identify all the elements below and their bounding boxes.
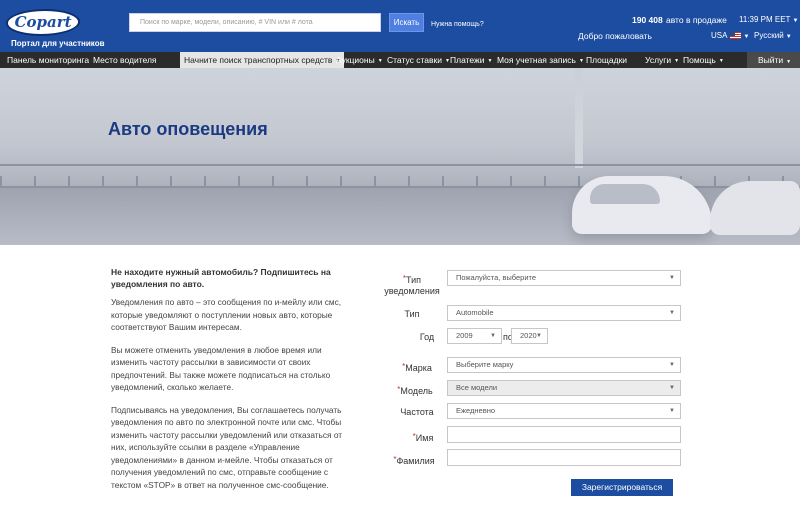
year-to-select[interactable]: 2020 ▼ <box>511 328 548 344</box>
page-title: Авто оповещения <box>108 119 268 139</box>
chevron-down-icon: ▼ <box>718 58 724 64</box>
first-name-label: *Имя <box>408 431 438 444</box>
nav-label: Помощь <box>683 55 716 65</box>
register-button[interactable]: Зарегистрироваться <box>571 479 673 496</box>
last-name-input[interactable] <box>447 449 681 466</box>
year-label: Год <box>419 332 435 342</box>
nav-label: Статус ставки <box>387 55 442 65</box>
chevron-down-icon: ▼ <box>578 58 584 64</box>
chevron-down-icon: ▼ <box>669 362 675 368</box>
nav-label: Платежи <box>450 55 485 65</box>
type-select[interactable]: Automobile ▼ <box>447 305 681 321</box>
chevron-down-icon: ▼ <box>669 310 675 316</box>
hero-banner: Авто оповещения <box>0 68 800 245</box>
chevron-down-icon: ▼ <box>669 275 675 281</box>
year-to-label: по <box>503 332 513 342</box>
label-text: Марка <box>405 363 432 373</box>
nav-driver-seat[interactable]: Место водителя <box>93 52 157 68</box>
last-name-label: *Фамилия <box>390 454 438 467</box>
chevron-down-icon: ▼ <box>743 34 750 40</box>
chevron-down-icon: ▼ <box>792 18 799 24</box>
type-label: Тип <box>404 309 420 319</box>
label-text: Фамилия <box>396 456 435 466</box>
select-value: Пожалуйста, выберите <box>456 273 537 282</box>
notification-type-label: *Тип уведомления <box>377 273 447 297</box>
label-text: Имя <box>415 433 434 443</box>
chevron-down-icon: ▼ <box>669 408 675 414</box>
nav-my-account[interactable]: Моя учетная запись ▼ <box>497 52 584 68</box>
time-dropdown[interactable]: 11:39 PM EET ▼ <box>739 15 798 24</box>
nav-auctions[interactable]: Аукционы ▼ <box>336 52 383 68</box>
hero-lamp-post <box>575 68 583 168</box>
help-link[interactable]: Нужна помощь? <box>431 21 484 28</box>
first-name-input[interactable] <box>447 426 681 443</box>
logout-label: Выйти <box>758 55 784 65</box>
language-text: Русский <box>754 31 784 40</box>
nav-search-vehicles[interactable]: Начните поиск транспортных средств ▼ <box>180 52 345 68</box>
notification-type-select[interactable]: Пожалуйста, выберите ▼ <box>447 270 681 286</box>
intro-paragraph: Вы можете отменить уведомления в любое в… <box>111 344 331 393</box>
model-label: *Модель <box>393 384 437 397</box>
chevron-down-icon: ▼ <box>487 58 493 64</box>
chevron-down-icon: ▼ <box>785 34 792 40</box>
nav-label: Аукционы <box>336 55 375 65</box>
nav-label: Место водителя <box>93 55 157 65</box>
intro-heading: Не находите нужный автомобиль? Подпишите… <box>111 267 331 289</box>
select-value: 2020 <box>520 331 537 340</box>
label-text: Тип уведомления <box>384 275 440 296</box>
vehicle-count: 190 408 <box>632 15 663 25</box>
model-select[interactable]: Все модели ▼ <box>447 380 681 396</box>
year-from-select[interactable]: 2009 ▼ <box>447 328 502 344</box>
select-value: Выберите марку <box>456 360 514 369</box>
logo-text: Copart <box>14 13 72 31</box>
language-selector[interactable]: Русский ▼ <box>754 31 792 40</box>
hero-car-image <box>572 176 712 234</box>
nav-label: Услуги <box>645 55 672 65</box>
country-selector[interactable]: USA ▼ <box>711 31 749 40</box>
chevron-down-icon: ▼ <box>377 58 383 64</box>
copart-logo[interactable]: Copart <box>3 9 83 36</box>
top-header: Copart Портал для участников Искать Нужн… <box>0 0 800 52</box>
nav-dashboard[interactable]: Панель мониторинга <box>7 52 89 68</box>
chevron-down-icon: ▼ <box>490 333 496 339</box>
frequency-label: Частота <box>400 407 434 417</box>
nav-label: Начните поиск транспортных средств <box>184 55 333 65</box>
nav-services[interactable]: Услуги ▼ <box>645 52 679 68</box>
country-text: USA <box>711 31 728 40</box>
search-input[interactable] <box>129 13 381 32</box>
label-text: Модель <box>400 386 433 396</box>
frequency-select[interactable]: Ежедневно ▼ <box>447 403 681 419</box>
select-value: 2009 <box>456 331 473 340</box>
intro-text: Не находите нужный автомобиль? Подпишите… <box>111 266 356 501</box>
hero-rail <box>0 164 800 166</box>
intro-paragraph: Уведомления по авто – это сообщения по и… <box>111 297 342 332</box>
member-portal-tagline: Портал для участников <box>11 39 105 48</box>
welcome-text: Добро пожаловать <box>578 31 652 41</box>
nav-label: Панель мониторинга <box>7 55 90 65</box>
make-label: *Марка <box>397 361 437 374</box>
select-value: Ежедневно <box>456 406 496 415</box>
us-flag-icon <box>730 32 742 39</box>
nav-locations[interactable]: Площадки <box>586 52 627 68</box>
nav-label: Моя учетная запись <box>497 55 576 65</box>
intro-paragraph: Подписываясь на уведомления, Вы соглашае… <box>111 404 343 490</box>
chevron-down-icon: ▼ <box>786 59 792 65</box>
time-text: 11:39 PM EET <box>739 15 791 24</box>
vehicle-count-label: авто в продаже <box>666 15 727 25</box>
chevron-down-icon: ▼ <box>674 58 680 64</box>
nav-label: Площадки <box>586 55 628 65</box>
make-select[interactable]: Выберите марку ▼ <box>447 357 681 373</box>
search-button[interactable]: Искать <box>389 13 424 32</box>
nav-bid-status[interactable]: Статус ставки ▼ <box>387 52 450 68</box>
nav-help[interactable]: Помощь ▼ <box>683 52 724 68</box>
main-nav: Панель мониторинга Место водителя Начнит… <box>0 52 800 68</box>
select-value: Automobile <box>456 308 494 317</box>
chevron-down-icon: ▼ <box>669 385 675 391</box>
chevron-down-icon: ▼ <box>536 333 542 339</box>
nav-payments[interactable]: Платежи ▼ <box>450 52 492 68</box>
logout-button[interactable]: Выйти ▼ <box>747 52 800 68</box>
select-value: Все модели <box>456 383 498 392</box>
